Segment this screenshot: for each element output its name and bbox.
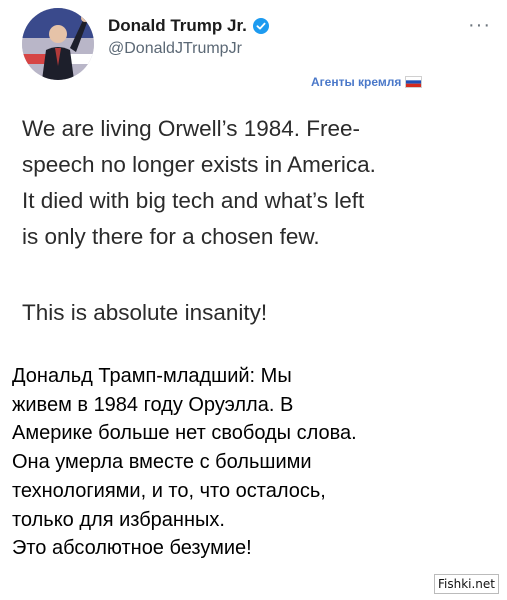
more-horizontal-icon[interactable]: ··· [468,14,491,37]
translation-line: Она умерла вместе с большими [12,451,312,474]
translation-line: технологиями, и то, что осталось, [12,479,326,502]
watermark: Fishki.net [433,574,499,594]
tweet-line: It died with big tech and what’s left [22,188,365,213]
translation-line: только для избранных. [12,508,225,531]
overlay-label: Агенты кремля [311,75,402,89]
tweet-body: We are living Orwell’s 1984. Free- speec… [22,111,492,255]
tweet-closing-line: This is absolute insanity! [22,300,268,325]
tweet-line: is only there for a chosen few. [22,224,320,249]
translation-caption: Дональд Трамп-младший: Мы живем в 1984 г… [12,362,502,563]
tweet-line: We are living Orwell’s 1984. Free- [22,116,361,141]
overlay-caption: Агенты кремля [311,75,423,89]
author-name[interactable]: Donald Trump Jr. [108,16,247,36]
translation-line: живем в 1984 году Оруэлла. В [12,393,294,416]
verified-badge-icon [252,18,269,34]
translation-line: Это абсолютное безумие! [12,537,252,560]
tweet-line: speech no longer exists in America. [22,152,376,177]
author-handle[interactable]: @DonaldJTrumpJr [108,40,242,58]
russian-flag-icon [405,76,423,88]
translation-line: Америке больше нет свободы слова. [12,422,357,445]
tweet-card: Donald Trump Jr. @DonaldJTrumpJr ··· Аге… [0,0,507,355]
avatar-photo [22,8,94,80]
translation-line: Дональд Трамп-младший: Мы [12,365,292,387]
author-name-row: Donald Trump Jr. [108,16,269,36]
avatar[interactable] [22,8,94,80]
